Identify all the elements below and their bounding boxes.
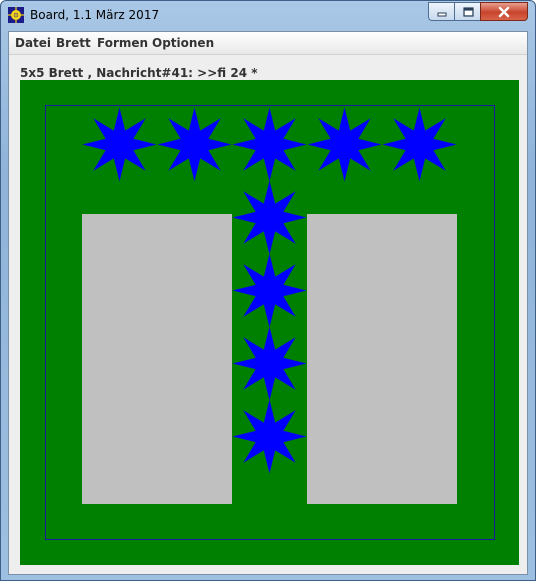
star-piece[interactable] xyxy=(307,107,382,182)
star-piece[interactable] xyxy=(232,180,307,255)
close-button[interactable] xyxy=(480,2,528,21)
star-piece[interactable] xyxy=(232,253,307,328)
menu-formen[interactable]: Formen xyxy=(97,36,148,50)
title-bar[interactable]: Board, 1.1 März 2017 xyxy=(1,1,535,31)
maximize-button[interactable] xyxy=(454,2,481,21)
star-piece[interactable] xyxy=(232,107,307,182)
window-title: Board, 1.1 März 2017 xyxy=(30,8,160,22)
menu-datei[interactable]: Datei xyxy=(15,36,51,50)
star-piece[interactable] xyxy=(232,326,307,401)
client-area: Datei Brett Formen Optionen 5x5 Brett , … xyxy=(8,31,528,575)
maximize-icon xyxy=(462,6,474,17)
minimize-button[interactable] xyxy=(428,2,455,21)
close-icon xyxy=(498,6,510,17)
gray-field-block xyxy=(307,214,457,504)
app-window: Board, 1.1 März 2017 Datei Brett Formen … xyxy=(0,0,536,581)
menu-bar: Datei Brett Formen Optionen xyxy=(9,32,527,55)
gray-field-block xyxy=(82,214,232,504)
star-piece[interactable] xyxy=(157,107,232,182)
menu-optionen[interactable]: Optionen xyxy=(152,36,214,50)
status-message: 5x5 Brett , Nachricht#41: >>fi 24 * xyxy=(20,66,258,80)
star-piece[interactable] xyxy=(382,107,457,182)
minimize-icon xyxy=(437,12,446,16)
star-piece[interactable] xyxy=(82,107,157,182)
star-piece[interactable] xyxy=(232,399,307,474)
board-app-icon xyxy=(8,7,24,23)
board-canvas[interactable] xyxy=(20,80,519,565)
menu-brett[interactable]: Brett xyxy=(56,36,91,50)
